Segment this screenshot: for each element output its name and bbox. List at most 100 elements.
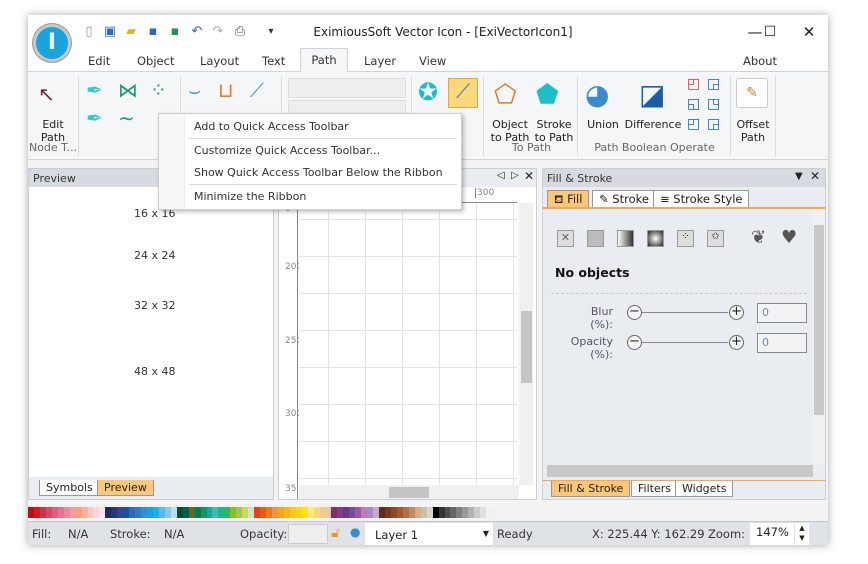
blur-decrease-button[interactable]: − [627,305,642,320]
tab-object[interactable]: Object [137,54,174,68]
tab-path[interactable]: Path [300,48,348,72]
tab-view[interactable]: View [419,54,446,68]
node-tools-group: ↖ Edit Path Node T... [28,76,79,156]
opacity-decrease-button[interactable]: − [627,335,642,350]
prev-doc-icon[interactable]: ◁ [497,170,505,181]
preview-panel: Preview 16 x 16 24 x 24 32 x 32 48 x 48 … [28,168,274,500]
visibility-icon[interactable]: ● [350,525,360,539]
cursor-coordinates: X: 225.44 Y: 162.29 [592,527,705,541]
no-paint-icon[interactable]: ✕ [557,230,574,247]
opacity-slider[interactable] [642,342,728,343]
intersection-icon[interactable]: ◰ [687,76,700,92]
tab-preview[interactable]: Preview [97,480,154,496]
fill-label: Fill: [32,527,52,541]
layer-select[interactable]: Layer 1 ▼ [365,523,493,545]
radial-gradient-icon[interactable] [647,230,664,247]
fill-rule-nonzero-icon[interactable]: ♥ [781,227,797,248]
panel-close-icon[interactable]: ✕ [810,169,820,183]
panel-horizontal-scrollbar[interactable] [547,465,813,477]
close-button[interactable]: ✕ [794,20,824,44]
tab-filters[interactable]: Filters [631,481,678,497]
linear-gradient-icon[interactable] [617,230,634,247]
difference-button[interactable]: Difference [623,118,683,131]
zoom-spinner[interactable]: ▲ ▼ [795,523,809,545]
fill-rule-evenodd-icon[interactable]: ❦ [751,227,766,248]
smooth-node-icon[interactable]: ⌣ [188,78,201,102]
panel-menu-icon[interactable]: ▼ [795,171,803,182]
tab-text[interactable]: Text [262,54,285,68]
opacity-spinner[interactable] [288,524,328,544]
pen-segment-icon[interactable]: ✒ [86,106,103,130]
tab-fill-stroke[interactable]: Fill & Stroke [551,481,631,497]
preview-size-24: 24 x 24 [134,249,176,262]
tab-stroke[interactable]: ✎ Stroke [592,190,656,207]
division-icon[interactable]: ◱ [687,96,700,112]
vertical-ruler: 0 200 250 300 35 [282,203,303,499]
offset-path-button[interactable]: Offset Path [732,118,774,144]
tab-underline [543,207,825,209]
bezier-tool-icon[interactable]: ⟋ [448,78,478,108]
pen-node-icon[interactable]: ✒ [86,78,103,102]
fill-value: N/A [68,527,89,541]
union-icon: ◕ [585,78,610,111]
zoom-input[interactable]: 147% [750,523,794,545]
break-nodes-icon[interactable]: ⁘ [150,78,167,102]
next-doc-icon[interactable]: ▷ [511,170,519,181]
no-objects-label: No objects [555,265,630,280]
node-x-spinner[interactable] [288,78,406,98]
preview-area: 16 x 16 24 x 24 32 x 32 48 x 48 [29,187,273,477]
cut-path-icon[interactable]: ◳ [707,96,720,112]
blur-slider[interactable] [642,312,728,313]
tab-layout[interactable]: Layout [200,54,239,68]
menu-minimize-ribbon[interactable]: Minimize the Ribbon [194,190,306,203]
lock-icon[interactable]: 🔓︎ [331,525,340,541]
tab-stroke-style[interactable]: ≡ Stroke Style [653,190,750,207]
opacity-increase-button[interactable]: + [729,335,744,350]
swatch-icon[interactable]: ✩ [707,230,724,247]
close-doc-icon[interactable]: ✕ [524,169,534,183]
tab-symbols[interactable]: Symbols [39,480,100,496]
ruler-mark: 200 [285,262,303,272]
flat-color-icon[interactable] [587,230,604,247]
offset-path-icon: ✎ [736,78,768,108]
symmetric-node-icon[interactable]: ⊔ [218,78,234,102]
title-bar: ▯ ▣ ▰ ▪ ▪ ↶ ↷ ⎙ ▾ EximiousSoft Vector Ic… [28,15,828,49]
break-apart-icon[interactable]: ◲ [707,116,720,132]
blur-increase-button[interactable]: + [729,305,744,320]
object-to-path-icon: ⬠ [494,80,517,110]
tab-widgets[interactable]: Widgets [675,481,734,497]
tab-edit[interactable]: Edit [88,54,110,68]
panel-scroll-thumb[interactable] [814,225,824,415]
horizontal-scroll-thumb[interactable] [389,487,429,498]
ruler-mark: 250 [285,336,303,346]
combine-icon[interactable]: ◰ [687,116,700,132]
about-link[interactable]: About [743,54,777,68]
palette-swatch[interactable] [486,507,494,518]
menu-add-to-qat[interactable]: Add to Quick Access Toolbar [194,120,349,133]
vertical-scroll-thumb[interactable] [521,311,532,383]
fill-stroke-panel: Fill & Stroke ▼ ✕ ⛾ Fill ✎ Stroke ≡ Stro… [542,168,826,500]
panel-vertical-scrollbar[interactable] [813,211,825,465]
tab-stroke-label: Stroke [612,192,649,206]
menu-customize-qat[interactable]: Customize Quick Access Toolbar... [194,144,380,157]
ribbon-tabs: Edit Object Layout Text Path Layer View … [28,48,828,72]
ready-status: Ready [497,527,533,541]
maximize-icon[interactable]: ☐ [755,20,785,44]
star-shape-icon[interactable]: ✪ [418,78,438,106]
opacity-input[interactable]: 0 [757,333,807,353]
union-button[interactable]: Union [581,118,625,131]
vertical-scrollbar[interactable] [519,203,533,485]
join-nodes-icon[interactable]: ⋈ [118,78,138,102]
app-logo[interactable]: I [33,24,71,62]
drawing-canvas[interactable] [299,203,517,485]
line-segment-icon[interactable]: ⟋ [250,78,264,102]
menu-show-qat-below[interactable]: Show Quick Access Toolbar Below the Ribb… [194,166,443,179]
to-path-label: To Path [511,141,552,154]
exclusion-icon[interactable]: ◲ [707,76,720,92]
ruler-mark: 300 [475,188,495,198]
pattern-icon[interactable]: ⁘ [677,230,694,247]
segment-curve-icon[interactable]: ∼ [118,106,135,130]
blur-input[interactable]: 0 [757,303,807,323]
tab-layer[interactable]: Layer [364,54,396,68]
horizontal-scrollbar[interactable] [299,485,519,499]
